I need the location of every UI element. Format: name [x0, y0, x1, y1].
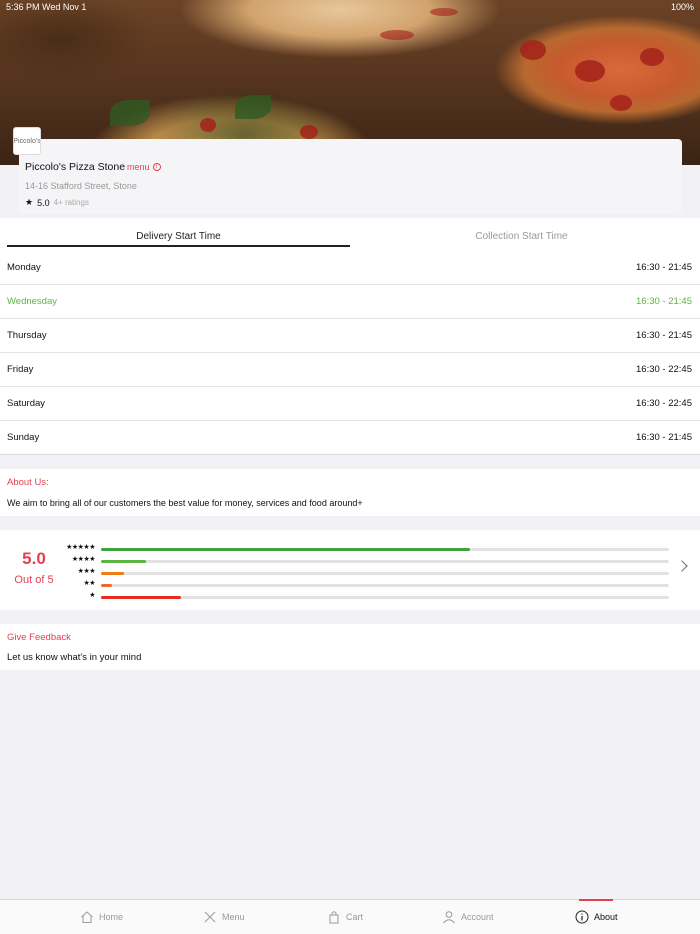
rating-bar-5-stars: ★★★★★ [55, 544, 675, 554]
rating-bar-stars: ★ [89, 592, 95, 599]
rating-bar-4-stars: ★★★★ [55, 556, 675, 566]
nav-about[interactable]: About [575, 910, 618, 924]
nav-account[interactable]: Account [442, 910, 494, 924]
hours-day: Monday [7, 262, 41, 273]
bottom-tab-bar: Home Menu Cart Account About [0, 899, 700, 934]
cutlery-icon [204, 911, 216, 923]
give-feedback-section[interactable]: Give Feedback Let us know what's in your… [0, 624, 700, 670]
about-section: About Us: We aim to bring all of our cus… [0, 469, 700, 516]
rating-bar-1-star: ★ [55, 592, 675, 602]
hours-day: Wednesday [7, 296, 57, 307]
rating-bar-stars: ★★★★★ [66, 544, 95, 551]
restaurant-info-card [19, 139, 682, 214]
restaurant-address: 14-16 Stafford Street, Stone [25, 181, 137, 191]
rating-bar-track [101, 596, 669, 599]
rating-bar-3-stars: ★★★ [55, 568, 675, 578]
nav-menu[interactable]: Menu [203, 910, 245, 924]
about-title: About Us: [7, 477, 49, 488]
hours-day: Sunday [7, 432, 40, 443]
start-time-tabs: Delivery Start Time Collection Start Tim… [0, 218, 700, 251]
nav-label: Account [461, 912, 494, 922]
tab-collection-start-time[interactable]: Collection Start Time [350, 231, 693, 242]
rating-bar-fill [101, 572, 124, 575]
hours-row-wednesday: Wednesday 16:30 - 21:45 [0, 285, 700, 319]
rating-bar-stars: ★★★ [77, 568, 96, 575]
menu-link-label: menu [127, 162, 150, 172]
nav-label: About [594, 912, 618, 922]
hours-range: 16:30 - 22:45 [636, 364, 692, 375]
rating-bar-2-stars: ★★ [55, 580, 675, 590]
rating-bar-stars: ★★ [83, 580, 95, 587]
rating-bar-fill [101, 584, 113, 587]
hours-day: Saturday [7, 398, 46, 409]
rating-bar-track [101, 548, 669, 551]
rating-count: 4+ ratings [53, 198, 89, 207]
opening-hours-list: Monday 16:30 - 21:45 Wednesday 16:30 - 2… [0, 251, 700, 455]
hours-range: 16:30 - 21:45 [636, 296, 692, 307]
nav-label: Menu [222, 912, 245, 922]
active-tab-indicator [7, 245, 350, 247]
tab-delivery-start-time[interactable]: Delivery Start Time [7, 231, 350, 242]
ratings-breakdown[interactable]: 5.0 Out of 5 ★★★★★ ★★★★ ★★★ ★★ ★ [0, 530, 700, 610]
user-icon [443, 911, 455, 924]
active-nav-indicator [579, 899, 613, 901]
nav-cart[interactable]: Cart [327, 910, 363, 924]
rating-value: 5.0 [37, 197, 50, 208]
nav-label: Home [99, 912, 124, 922]
nav-label: Cart [346, 912, 364, 922]
bag-icon [329, 911, 339, 924]
hours-row-saturday: Saturday 16:30 - 22:45 [0, 387, 700, 421]
rating-bar-fill [101, 560, 147, 563]
restaurant-name: Piccolo's Pizza Stone [25, 161, 126, 173]
hours-row-monday: Monday 16:30 - 21:45 [0, 251, 700, 285]
hours-day: Thursday [7, 330, 47, 341]
chevron-right-icon[interactable] [676, 560, 688, 572]
hours-row-sunday: Sunday 16:30 - 21:45 [0, 421, 700, 455]
hours-row-thursday: Thursday 16:30 - 21:45 [0, 319, 700, 353]
rating-bar-fill [101, 596, 181, 599]
info-icon: i [152, 163, 161, 171]
menu-link[interactable]: menu i [127, 162, 161, 172]
status-time: 5:36 PM Wed Nov 1 [6, 2, 87, 12]
home-icon [81, 911, 93, 923]
hours-row-friday: Friday 16:30 - 22:45 [0, 353, 700, 387]
hours-range: 16:30 - 21:45 [636, 262, 692, 273]
restaurant-logo: Piccolo's [13, 127, 41, 155]
rating-summary: ★ 5.0 4+ ratings [25, 197, 89, 208]
rating-bar-track [101, 560, 669, 563]
rating-bar-track [101, 572, 669, 575]
star-icon: ★ [25, 197, 34, 207]
nav-home[interactable]: Home [80, 910, 123, 924]
about-text: We aim to bring all of our customers the… [7, 498, 363, 508]
status-bar: 5:36 PM Wed Nov 1 100% [0, 0, 700, 14]
feedback-text: Let us know what's in your mind [7, 652, 142, 663]
hours-range: 16:30 - 22:45 [636, 398, 692, 409]
feedback-title: Give Feedback [7, 632, 71, 643]
battery-indicator: 100% [670, 2, 694, 12]
hours-range: 16:30 - 21:45 [636, 330, 692, 341]
rating-bar-fill [101, 548, 471, 551]
hours-day: Friday [7, 364, 34, 375]
rating-bar-track [101, 584, 669, 587]
rating-bar-stars: ★★★★ [71, 556, 96, 563]
info-icon [575, 910, 589, 924]
restaurant-logo-text: Piccolo's [13, 137, 41, 145]
hours-range: 16:30 - 21:45 [636, 432, 692, 443]
